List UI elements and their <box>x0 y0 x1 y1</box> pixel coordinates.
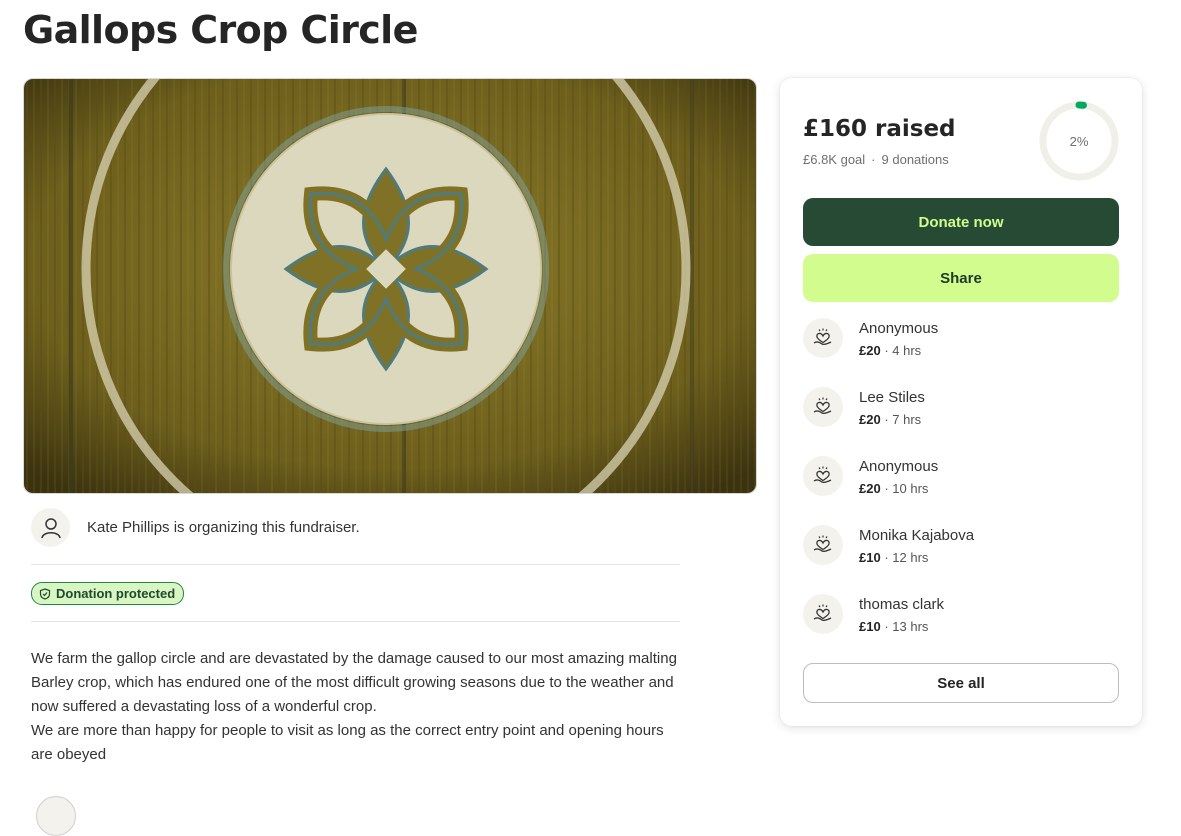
organizer-row: Kate Phillips is organizing this fundrai… <box>31 508 681 548</box>
donation-time: · 7 hrs <box>884 412 922 427</box>
see-all-button[interactable]: See all <box>803 663 1119 703</box>
divider <box>31 621 680 622</box>
heart-hand-icon <box>803 594 843 634</box>
donation-details: £10 · 13 hrs <box>859 619 928 634</box>
donor-name: Lee Stiles <box>859 389 925 406</box>
donation-time: · 13 hrs <box>884 619 929 634</box>
donation-details: £20 · 4 hrs <box>859 343 921 358</box>
donate-now-button[interactable]: Donate now <box>803 198 1119 246</box>
donation-amount: £20 <box>859 343 881 358</box>
donation-sidebar: £160 raised £6.8K goal · 9 donations 2% Do… <box>780 78 1142 726</box>
donation-time: · 4 hrs <box>884 343 922 358</box>
shield-icon <box>39 587 51 600</box>
donation-item: Anonymous £20 · 4 hrs <box>803 318 1119 387</box>
donation-item: Anonymous £20 · 10 hrs <box>803 456 1119 525</box>
avatar <box>36 796 76 836</box>
donation-amount: £10 <box>859 619 881 634</box>
donation-item: thomas clark £10 · 13 hrs <box>803 594 1119 663</box>
donation-amount: £20 <box>859 481 881 496</box>
share-button[interactable]: Share <box>803 254 1119 302</box>
goal-amount: £6.8K goal <box>803 152 866 167</box>
meta-separator: · <box>871 152 876 167</box>
person-icon <box>31 508 70 547</box>
donation-amount: £10 <box>859 550 881 565</box>
donation-details: £10 · 12 hrs <box>859 550 928 565</box>
donation-details: £20 · 7 hrs <box>859 412 921 427</box>
campaign-description: We farm the gallop circle and are devast… <box>31 647 681 767</box>
organizer-text: Kate Phillips is organizing this fundrai… <box>87 519 360 536</box>
heart-hand-icon <box>803 456 843 496</box>
donations-count: 9 donations <box>881 152 949 167</box>
progress-label: 2% <box>1069 133 1089 149</box>
donor-name: Anonymous <box>859 458 939 475</box>
recent-donations-list: Anonymous £20 · 4 hrs Lee Stiles £20 · 7 hr… <box>803 318 1119 663</box>
campaign-image <box>23 78 757 494</box>
donation-time: · 10 hrs <box>884 481 929 496</box>
donation-amount: £20 <box>859 412 881 427</box>
donation-details: £20 · 10 hrs <box>859 481 928 496</box>
heart-hand-icon <box>803 387 843 427</box>
amount-raised: £160 raised <box>803 116 956 142</box>
page-title: Gallops Crop Circle <box>23 8 418 52</box>
donor-name: Monika Kajabova <box>859 527 975 544</box>
heart-hand-icon <box>803 318 843 358</box>
donor-name: thomas clark <box>859 596 945 613</box>
donation-time: · 12 hrs <box>884 550 929 565</box>
heart-hand-icon <box>803 525 843 565</box>
description-paragraph: We are more than happy for people to vis… <box>31 722 664 763</box>
badge-label: Donation protected <box>56 586 176 601</box>
donation-item: Monika Kajabova £10 · 12 hrs <box>803 525 1119 594</box>
description-paragraph: We farm the gallop circle and are devast… <box>31 650 677 715</box>
donation-item: Lee Stiles £20 · 7 hrs <box>803 387 1119 456</box>
donation-protected-badge[interactable]: Donation protected <box>31 582 185 605</box>
donor-name: Anonymous <box>859 320 939 337</box>
goal-meta: £6.8K goal · 9 donations <box>803 152 949 167</box>
divider <box>31 564 680 565</box>
